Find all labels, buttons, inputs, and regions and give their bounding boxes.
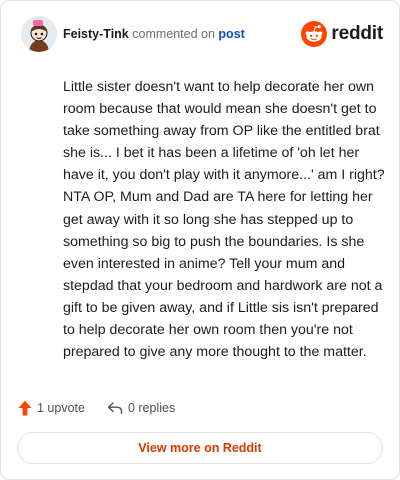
post-link[interactable]: post — [218, 27, 244, 41]
reddit-logo-icon — [301, 21, 328, 47]
avatar-icon — [21, 16, 57, 52]
action-text: commented on — [132, 27, 215, 41]
author-name[interactable]: Feisty-Tink — [63, 27, 129, 41]
replies-count: 0 replies — [127, 401, 176, 415]
view-more-on-reddit-button[interactable]: View more on Reddit — [17, 432, 383, 464]
avatar[interactable] — [21, 16, 57, 52]
upvote-arrow-icon — [18, 400, 32, 416]
comment-header: Feisty-Tink commented on post reddit — [21, 16, 383, 52]
comment-actions: 1 upvote 0 replies — [18, 397, 175, 419]
upvote-count: 1 upvote — [37, 401, 85, 415]
reddit-comment-embed-card: Feisty-Tink commented on post reddit Lit… — [0, 0, 400, 480]
comment-meta: Feisty-Tink commented on post — [63, 27, 245, 41]
reddit-brand[interactable]: reddit — [301, 20, 383, 48]
upvote-button[interactable]: 1 upvote — [18, 400, 85, 416]
comment-body: Little sister doesn't want to help decor… — [63, 79, 385, 361]
reddit-wordmark: reddit — [331, 23, 383, 44]
replies-button[interactable]: 0 replies — [107, 401, 175, 415]
reply-arrow-icon — [107, 402, 123, 415]
